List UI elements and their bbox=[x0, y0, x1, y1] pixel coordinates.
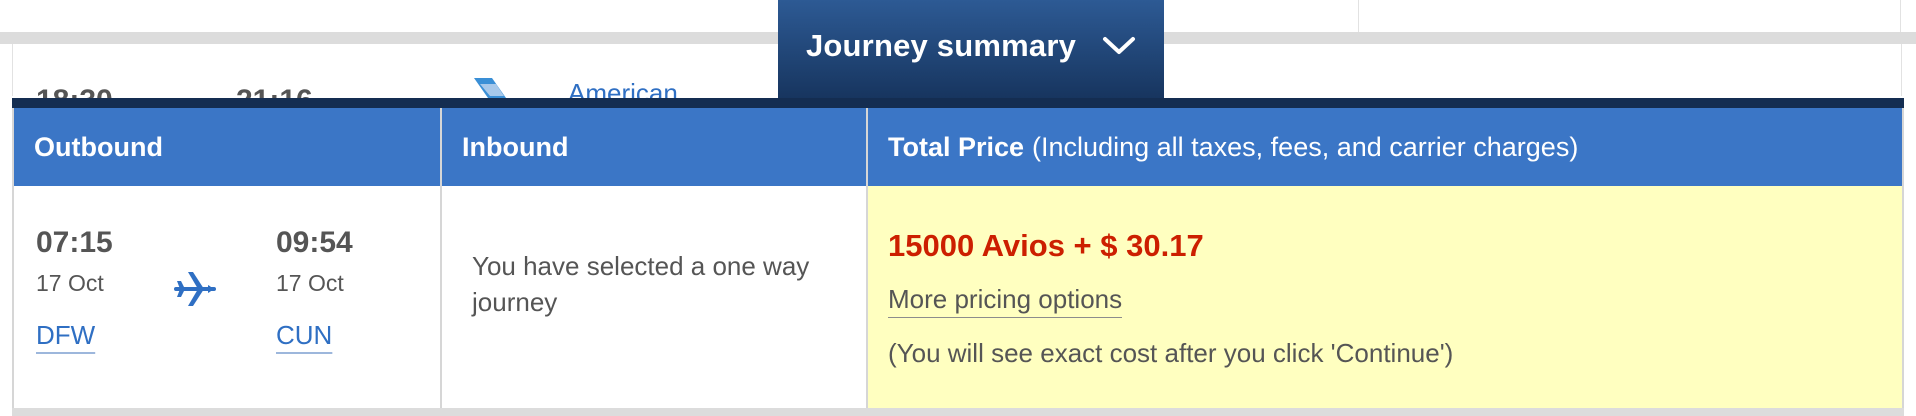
inbound-column: Inbound You have selected a one way jour… bbox=[440, 108, 866, 408]
summary-panel-bottom-border bbox=[12, 408, 1904, 416]
plane-icon bbox=[174, 272, 216, 306]
arrive-airport-link[interactable]: CUN bbox=[276, 320, 332, 351]
inbound-details: You have selected a one way journey bbox=[442, 186, 866, 408]
total-price-header: Total Price (Including all taxes, fees, … bbox=[868, 108, 1902, 186]
inbound-header-label: Inbound bbox=[462, 131, 569, 162]
inbound-header: Inbound bbox=[442, 108, 866, 186]
summary-panel-topbar bbox=[12, 98, 1904, 108]
journey-summary-panel: Outbound 07:15 17 Oct DFW 09:54 17 Oct C… bbox=[12, 108, 1904, 408]
journey-summary-title: Journey summary bbox=[805, 28, 1077, 63]
arrive-time: 09:54 bbox=[276, 226, 353, 259]
outbound-details: 07:15 17 Oct DFW 09:54 17 Oct CUN bbox=[14, 186, 440, 408]
outbound-header-label: Outbound bbox=[34, 131, 163, 162]
depart-airport-link[interactable]: DFW bbox=[36, 320, 95, 351]
one-way-message: You have selected a one way journey bbox=[472, 251, 810, 317]
total-price-header-label: Total Price bbox=[888, 131, 1025, 162]
more-pricing-options-link[interactable]: More pricing options bbox=[888, 284, 1123, 318]
outbound-header: Outbound bbox=[14, 108, 440, 186]
total-price-column: Total Price (Including all taxes, fees, … bbox=[866, 108, 1902, 408]
outbound-column: Outbound 07:15 17 Oct DFW 09:54 17 Oct C… bbox=[14, 108, 440, 408]
chevron-down-icon bbox=[1103, 37, 1136, 54]
journey-summary-toggle[interactable]: Journey summary bbox=[778, 0, 1164, 98]
total-price-details: 15000 Avios + $ 30.17 More pricing optio… bbox=[868, 186, 1902, 408]
total-price-header-note: (Including all taxes, fees, and carrier … bbox=[1032, 131, 1579, 162]
arrive-date: 17 Oct bbox=[276, 270, 344, 296]
american-airlines-logo-icon bbox=[474, 78, 506, 98]
depart-time: 07:15 bbox=[36, 226, 113, 259]
price-amount: 15000 Avios + $ 30.17 bbox=[888, 228, 1204, 263]
depart-date: 17 Oct bbox=[36, 270, 104, 296]
exact-cost-note: (You will see exact cost after you click… bbox=[888, 338, 1454, 368]
